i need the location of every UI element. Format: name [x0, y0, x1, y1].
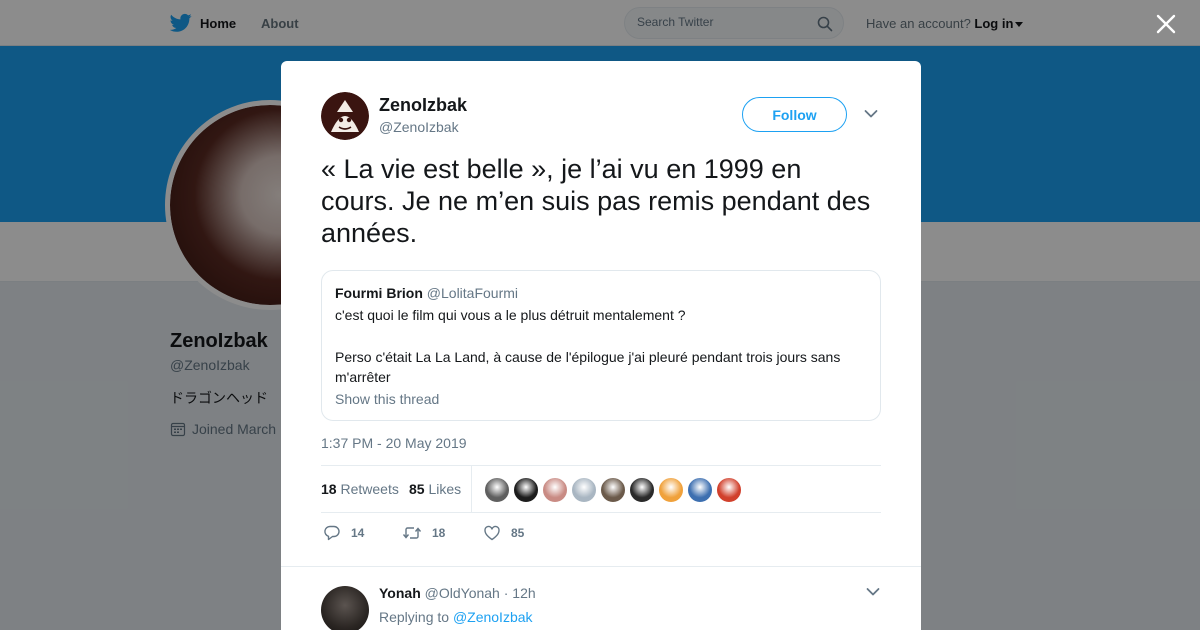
quoted-tweet[interactable]: Fourmi Brion @LolitaFourmi c'est quoi le… — [321, 270, 881, 421]
liker-avatar[interactable] — [629, 477, 655, 503]
liker-avatar[interactable] — [513, 477, 539, 503]
likes-label: Likes — [428, 481, 462, 497]
author-avatar-image — [321, 92, 369, 140]
replying-to: Replying to @ZenoIzbak — [379, 609, 533, 625]
reply-action[interactable]: 14 — [323, 524, 364, 542]
tweet-stats: 18 Retweets 85 Likes — [321, 465, 881, 513]
retweet-count: 18 — [432, 526, 446, 540]
heart-icon — [484, 525, 500, 541]
liker-avatar[interactable] — [600, 477, 626, 503]
liker-avatar[interactable] — [658, 477, 684, 503]
liker-avatar[interactable] — [484, 477, 510, 503]
author-handle[interactable]: @ZenoIzbak — [379, 119, 459, 135]
reply-icon — [324, 525, 340, 541]
replies-divider — [281, 566, 921, 567]
reply-author-avatar[interactable] — [321, 586, 369, 630]
tweet-modal: ZenoIzbak @ZenoIzbak Follow « La vie est… — [281, 61, 921, 630]
follow-button[interactable]: Follow — [742, 97, 847, 132]
quoted-author-name: Fourmi Brion — [335, 285, 423, 301]
likers-avatars — [484, 477, 742, 503]
liker-avatar[interactable] — [687, 477, 713, 503]
reply-count: 14 — [351, 526, 365, 540]
reply-author-handle[interactable]: @OldYonah — [425, 585, 500, 601]
liker-avatar[interactable] — [571, 477, 597, 503]
chevron-down-icon[interactable] — [866, 587, 880, 597]
like-count: 85 — [511, 526, 525, 540]
retweets-label: Retweets — [340, 481, 399, 497]
author-avatar[interactable] — [321, 92, 369, 140]
author-name[interactable]: ZenoIzbak — [379, 95, 467, 116]
replying-to-link[interactable]: @ZenoIzbak — [453, 609, 533, 625]
close-icon[interactable] — [1154, 12, 1178, 36]
like-action[interactable]: 85 — [483, 524, 524, 542]
liker-avatar[interactable] — [542, 477, 568, 503]
quoted-tweet-header: Fourmi Brion @LolitaFourmi — [335, 285, 518, 301]
quoted-author-handle: @LolitaFourmi — [426, 285, 519, 301]
tweet-text: « La vie est belle », je l’ai vu en 1999… — [321, 154, 871, 248]
chevron-down-icon[interactable] — [864, 109, 878, 119]
likes-stat[interactable]: 85 Likes — [409, 481, 461, 497]
reply-time[interactable]: · 12h — [504, 585, 536, 601]
stats-divider — [471, 466, 472, 512]
retweet-icon — [402, 527, 422, 539]
quoted-text-line-1: c'est quoi le film qui vous a le plus dé… — [335, 307, 686, 323]
show-thread-link[interactable]: Show this thread — [335, 391, 439, 407]
retweets-stat[interactable]: 18 Retweets — [321, 481, 399, 497]
liker-avatar[interactable] — [716, 477, 742, 503]
likes-count: 85 — [409, 481, 425, 497]
replying-to-prefix: Replying to — [379, 609, 450, 625]
reply-header: Yonah @OldYonah · 12h — [379, 585, 536, 601]
reply-author-name[interactable]: Yonah — [379, 585, 421, 601]
quoted-text-line-2: Perso c'était La La Land, à cause de l'é… — [335, 349, 841, 385]
retweet-action[interactable]: 18 — [402, 524, 445, 542]
tweet-timestamp[interactable]: 1:37 PM - 20 May 2019 — [321, 435, 467, 451]
retweets-count: 18 — [321, 481, 337, 497]
